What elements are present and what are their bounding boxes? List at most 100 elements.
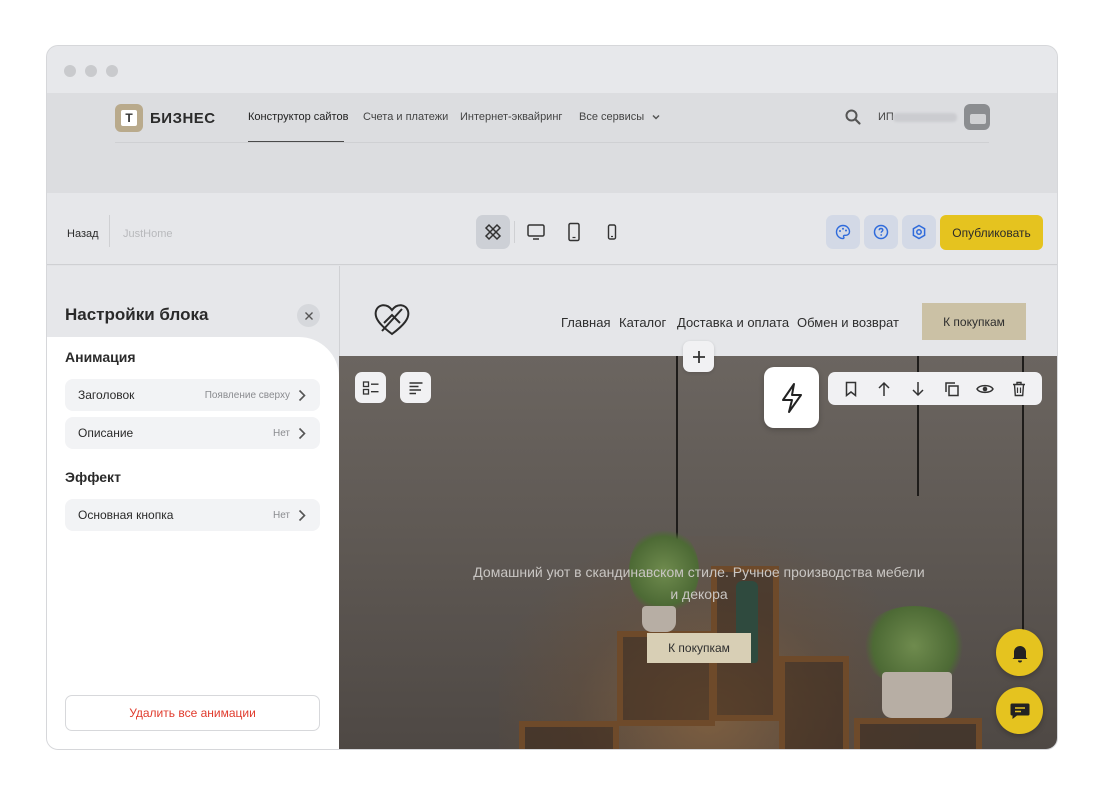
window-minimize-dot[interactable]	[85, 65, 97, 77]
window-maximize-dot[interactable]	[106, 65, 118, 77]
browser-window: БИЗНЕС Конструктор сайтов Счета и платеж…	[46, 45, 1058, 750]
effect-row-main-button[interactable]: Основная кнопка Нет	[65, 499, 320, 531]
nav-divider	[115, 142, 989, 143]
plus-icon	[692, 350, 705, 363]
site-nav-delivery[interactable]: Доставка и оплата	[677, 315, 789, 330]
user-name-prefix[interactable]: ИП	[878, 111, 894, 123]
site-settings-button[interactable]	[902, 215, 936, 249]
toolbar-divider	[109, 215, 110, 247]
add-block-button[interactable]	[683, 341, 714, 372]
device-divider	[514, 221, 515, 243]
nav-link-site-builder[interactable]: Конструктор сайтов	[248, 111, 348, 123]
close-icon	[304, 311, 313, 320]
user-name-redacted	[893, 113, 957, 122]
panel-title: Настройки блока	[65, 305, 209, 324]
question-circle-icon	[873, 224, 889, 240]
visibility-button[interactable]	[973, 377, 997, 401]
site-canvas: Главная Каталог Доставка и оплата Обмен …	[339, 266, 1057, 749]
site-header-shop-button[interactable]: К покупкам	[922, 303, 1026, 340]
hero-description: Домашний уют в скандинавском стиле. Ручн…	[473, 564, 925, 602]
window-close-dot[interactable]	[64, 65, 76, 77]
row-label: Основная кнопка	[78, 508, 174, 522]
publish-button[interactable]: Опубликовать	[940, 215, 1043, 250]
copy-icon	[945, 381, 959, 396]
chevron-right-icon	[298, 427, 306, 439]
wooden-shelf	[854, 718, 982, 749]
move-up-button[interactable]	[872, 377, 896, 401]
row-value: Нет	[272, 509, 290, 521]
desktop-view-button[interactable]	[519, 215, 553, 249]
tablet-view-button[interactable]	[557, 215, 591, 249]
arrow-down-icon	[912, 381, 924, 396]
block-actions-toolbar	[828, 372, 1042, 405]
palette-icon	[835, 224, 851, 240]
block-content-button[interactable]	[400, 372, 431, 403]
wooden-shelf	[519, 721, 619, 749]
ruler-pencil-icon	[484, 223, 502, 241]
row-label: Описание	[78, 426, 134, 440]
heart-house-logo-icon[interactable]	[372, 301, 412, 337]
desktop-icon	[527, 224, 545, 240]
nav-link-invoices[interactable]: Счета и платежи	[363, 111, 448, 123]
bell-icon	[1012, 645, 1027, 662]
lightning-icon	[781, 382, 802, 413]
plant-pot	[882, 672, 952, 718]
animation-row-description[interactable]: Описание Нет	[65, 417, 320, 449]
eye-icon	[976, 384, 995, 393]
panel-body: Анимация Заголовок Появление сверху Опис…	[47, 337, 339, 749]
window-titlebar	[47, 46, 1057, 93]
brand-logo[interactable]: БИЗНЕС	[115, 104, 216, 132]
mobile-icon	[607, 224, 617, 240]
chevron-right-icon	[298, 509, 306, 521]
block-settings-panel: Настройки блока Анимация Заголовок Появл…	[47, 266, 339, 749]
search-icon[interactable]	[844, 108, 862, 126]
notifications-button[interactable]	[996, 629, 1043, 676]
site-nav-returns[interactable]: Обмен и возврат	[797, 315, 899, 330]
block-layout-button[interactable]	[355, 372, 386, 403]
site-nav-home[interactable]: Главная	[561, 315, 610, 330]
mobile-view-button[interactable]	[595, 215, 629, 249]
text-align-icon	[409, 381, 422, 394]
hero-section[interactable]: Домашний уют в скандинавском стиле. Ручн…	[339, 356, 1057, 749]
help-button[interactable]	[864, 215, 898, 249]
trash-icon	[1013, 381, 1026, 396]
site-name: JustHome	[123, 228, 173, 240]
nav-link-all-services[interactable]: Все сервисы	[579, 111, 661, 123]
nav-link-acquiring[interactable]: Интернет-эквайринг	[460, 111, 562, 123]
design-settings-button[interactable]	[826, 215, 860, 249]
move-down-button[interactable]	[906, 377, 930, 401]
animation-button[interactable]	[764, 367, 819, 428]
service-nav: БИЗНЕС Конструктор сайтов Счета и платеж…	[47, 93, 1057, 193]
site-nav-catalog[interactable]: Каталог	[619, 315, 666, 330]
animation-row-title[interactable]: Заголовок Появление сверху	[65, 379, 320, 411]
back-button[interactable]: Назад	[67, 228, 99, 240]
animation-heading: Анимация	[65, 349, 136, 365]
arrow-up-icon	[878, 381, 891, 396]
gear-icon	[912, 224, 926, 240]
duplicate-button[interactable]	[940, 377, 964, 401]
chat-button[interactable]	[996, 687, 1043, 734]
row-value: Нет	[272, 427, 290, 439]
plant-pot	[642, 606, 676, 632]
bookmark-icon	[845, 381, 857, 397]
effect-heading: Эффект	[65, 469, 121, 485]
delete-all-animations-button[interactable]: Удалить все анимации	[65, 695, 320, 731]
row-value: Появление сверху	[204, 389, 290, 401]
all-services-label: Все сервисы	[579, 111, 645, 123]
panel-close-button[interactable]	[297, 304, 320, 327]
list-layout-icon	[362, 380, 378, 395]
chevron-right-icon	[298, 389, 306, 401]
delete-block-button[interactable]	[1007, 377, 1031, 401]
brand-badge-icon	[115, 104, 143, 132]
row-label: Заголовок	[78, 388, 135, 402]
wooden-shelf	[779, 656, 849, 749]
brand-name: БИЗНЕС	[150, 109, 216, 127]
chat-icon	[1010, 703, 1029, 719]
editor-toolbar: Назад JustHome Опубликовать	[47, 193, 1057, 265]
bookmark-button[interactable]	[839, 377, 863, 401]
chevron-down-icon	[652, 115, 660, 120]
tablet-icon	[568, 222, 580, 242]
avatar[interactable]	[964, 104, 990, 130]
tools-mode-button[interactable]	[476, 215, 510, 249]
hero-shop-button[interactable]: К покупкам	[647, 633, 751, 663]
